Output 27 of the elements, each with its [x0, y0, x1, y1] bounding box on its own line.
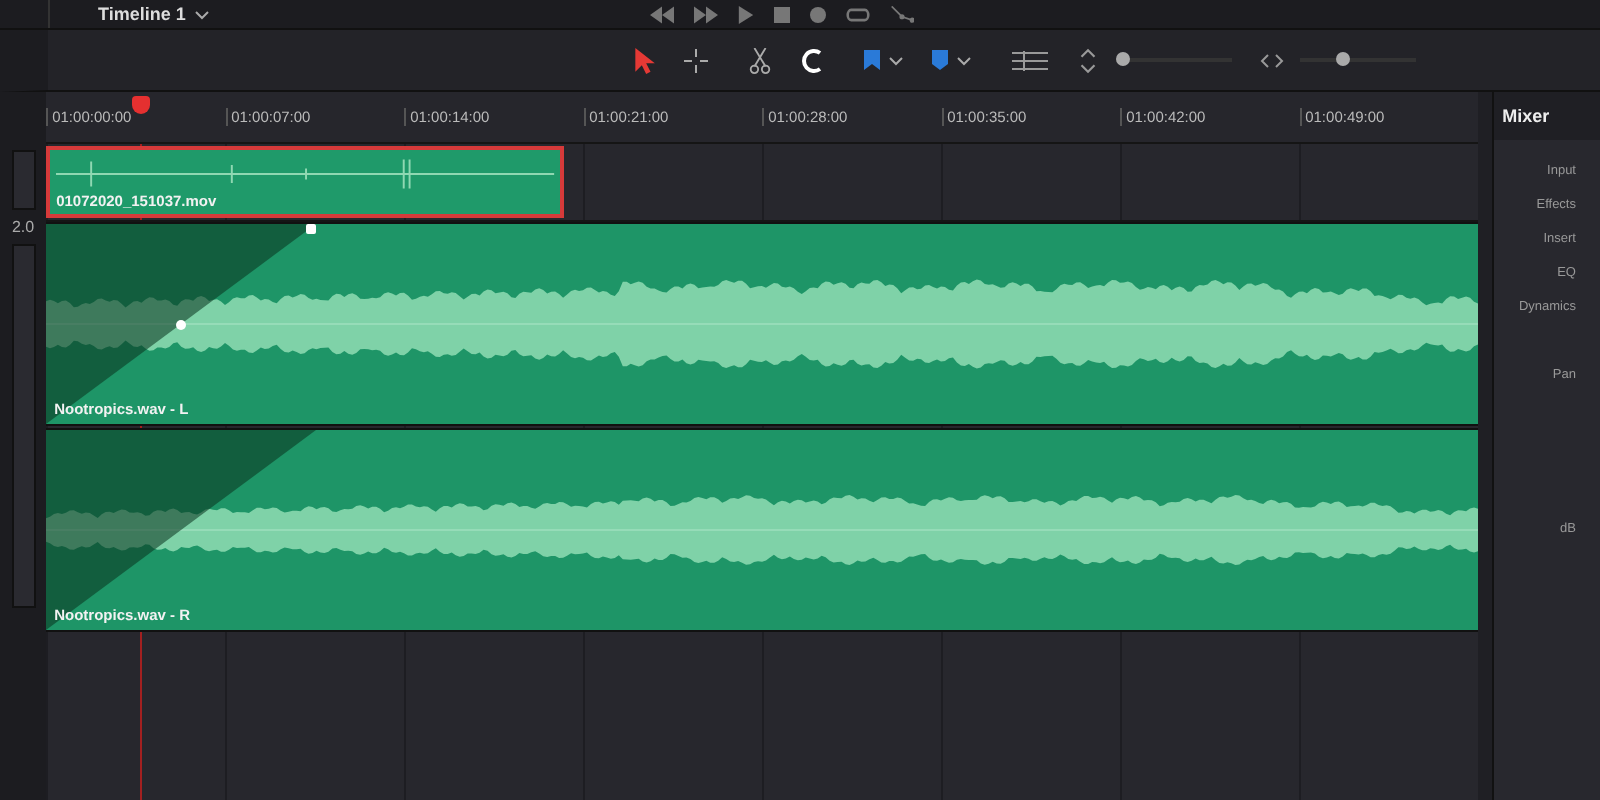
volume-label: 2.0	[11, 218, 35, 236]
caret-icon[interactable]	[888, 55, 904, 65]
crosshair-icon[interactable]	[684, 47, 708, 73]
timeline-title[interactable]: Timeline 1	[98, 4, 186, 24]
caret-icon[interactable]	[956, 55, 972, 65]
fade-in-overlay[interactable]	[46, 430, 317, 630]
pointer-tool-icon[interactable]	[632, 47, 656, 73]
fast-forward-icon[interactable]	[693, 5, 718, 23]
fade-handle[interactable]	[306, 224, 317, 234]
play-icon[interactable]	[737, 5, 754, 23]
record-icon[interactable]	[809, 5, 826, 23]
scissors-icon[interactable]	[748, 47, 772, 73]
stop-icon[interactable]	[773, 5, 790, 23]
caret-icon[interactable]	[193, 9, 210, 19]
slider-thumb[interactable]	[1336, 52, 1351, 66]
nodes-icon[interactable]	[889, 5, 914, 23]
panel-title: Mixer	[1494, 92, 1600, 140]
keyframe-point[interactable]	[176, 320, 187, 330]
slider-thumb[interactable]	[1116, 52, 1130, 66]
rewind-icon[interactable]	[649, 5, 674, 23]
vertical-zoom-icon	[1076, 47, 1100, 73]
level-meter	[11, 150, 36, 210]
track-height-icon[interactable]	[1012, 47, 1048, 73]
playhead-marker[interactable]	[132, 96, 151, 114]
loop-icon[interactable]	[845, 5, 870, 23]
flag-icon[interactable]	[864, 50, 880, 70]
marker-icon[interactable]	[932, 50, 948, 70]
